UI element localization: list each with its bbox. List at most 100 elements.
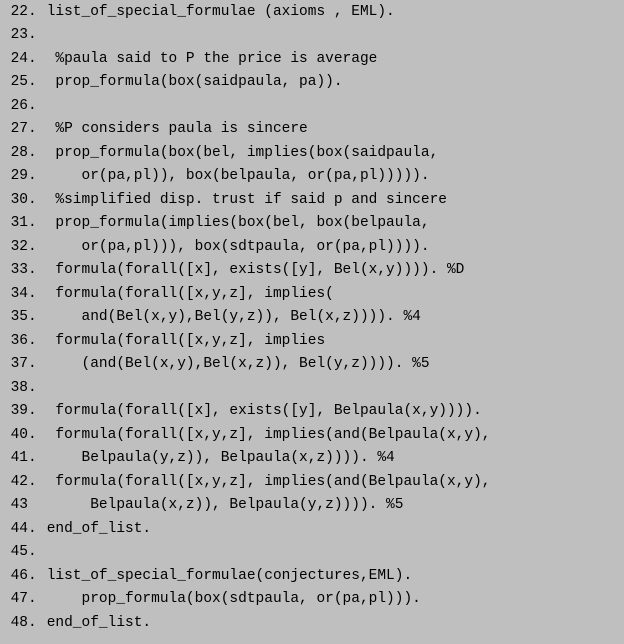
- line-number: 44: [0, 518, 28, 541]
- code-text: prop_formula(box(saidpaula, pa)).: [38, 71, 343, 94]
- line-number-dot: .: [28, 400, 38, 423]
- code-line: 46. list_of_special_formulae(conjectures…: [0, 565, 624, 588]
- line-number: 27: [0, 118, 28, 141]
- line-number: 24: [0, 48, 28, 71]
- code-line: 39. formula(forall([x], exists([y], Belp…: [0, 400, 624, 423]
- line-number: 43: [0, 494, 28, 517]
- code-line: 28. prop_formula(box(bel, implies(box(sa…: [0, 142, 624, 165]
- code-text: formula(forall([x], exists([y], Belpaula…: [38, 400, 482, 423]
- code-text: formula(forall([x,y,z], implies: [38, 330, 325, 353]
- line-number-dot: .: [28, 424, 38, 447]
- code-line: 47. prop_formula(box(sdtpaula, or(pa,pl)…: [0, 588, 624, 611]
- line-number-dot: .: [28, 518, 38, 541]
- code-text: Belpaula(y,z)), Belpaula(x,z)))). %4: [38, 447, 395, 470]
- code-text: list_of_special_formulae(conjectures,EML…: [38, 565, 412, 588]
- code-line: 42. formula(forall([x,y,z], implies(and(…: [0, 471, 624, 494]
- line-number: 25: [0, 71, 28, 94]
- code-line: 27. %P considers paula is sincere: [0, 118, 624, 141]
- code-line: 34. formula(forall([x,y,z], implies(: [0, 283, 624, 306]
- line-number-dot: .: [28, 71, 38, 94]
- code-text: end_of_list.: [38, 612, 151, 635]
- code-line: 36. formula(forall([x,y,z], implies: [0, 330, 624, 353]
- line-number: 45: [0, 541, 28, 564]
- line-number-dot: .: [28, 330, 38, 353]
- line-number: 23: [0, 24, 28, 47]
- line-number: 29: [0, 165, 28, 188]
- code-text: %paula said to P the price is average: [38, 48, 377, 71]
- line-number-dot: .: [28, 48, 38, 71]
- code-text: list_of_special_formulae (axioms , EML).: [38, 1, 395, 24]
- line-number: 47: [0, 588, 28, 611]
- code-line: 33. formula(forall([x], exists([y], Bel(…: [0, 259, 624, 282]
- line-number: 31: [0, 212, 28, 235]
- code-text: %P considers paula is sincere: [38, 118, 308, 141]
- line-number: 38: [0, 377, 28, 400]
- line-number: 32: [0, 236, 28, 259]
- code-line: 29. or(pa,pl)), box(belpaula, or(pa,pl))…: [0, 165, 624, 188]
- line-number: 48: [0, 612, 28, 635]
- line-number: 42: [0, 471, 28, 494]
- line-number: 28: [0, 142, 28, 165]
- line-number-dot: .: [28, 259, 38, 282]
- code-text: (and(Bel(x,y),Bel(x,z)), Bel(y,z)))). %5: [38, 353, 430, 376]
- code-text: formula(forall([x,y,z], implies(and(Belp…: [38, 424, 490, 447]
- line-number-dot: .: [28, 142, 38, 165]
- line-number-dot: .: [28, 165, 38, 188]
- code-line: 41. Belpaula(y,z)), Belpaula(x,z)))). %4: [0, 447, 624, 470]
- line-number-dot: .: [28, 353, 38, 376]
- code-text: or(pa,pl)), box(belpaula, or(pa,pl))))).: [38, 165, 430, 188]
- code-text: end_of_list.: [38, 518, 151, 541]
- code-text: prop_formula(implies(box(bel, box(belpau…: [38, 212, 430, 235]
- line-number: 36: [0, 330, 28, 353]
- line-number-dot: .: [28, 118, 38, 141]
- code-line: 44. end_of_list.: [0, 518, 624, 541]
- code-listing: 22. list_of_special_formulae (axioms , E…: [0, 1, 624, 635]
- line-number-dot: .: [28, 306, 38, 329]
- code-text: formula(forall([x,y,z], implies(and(Belp…: [38, 471, 490, 494]
- line-number-dot: .: [28, 1, 38, 24]
- line-number-dot: .: [28, 541, 38, 564]
- line-number-dot: .: [28, 588, 38, 611]
- code-text: or(pa,pl))), box(sdtpaula, or(pa,pl)))).: [38, 236, 430, 259]
- line-number-dot: .: [28, 612, 38, 635]
- code-line: 32. or(pa,pl))), box(sdtpaula, or(pa,pl)…: [0, 236, 624, 259]
- line-number: 30: [0, 189, 28, 212]
- line-number-dot: .: [28, 471, 38, 494]
- line-number: 33: [0, 259, 28, 282]
- line-number-dot: .: [28, 377, 38, 400]
- line-number: 26: [0, 95, 28, 118]
- line-number-dot: .: [28, 236, 38, 259]
- line-number-dot: .: [28, 189, 38, 212]
- line-number: 34: [0, 283, 28, 306]
- line-number: 40: [0, 424, 28, 447]
- code-text: %simplified disp. trust if said p and si…: [38, 189, 447, 212]
- code-text: prop_formula(box(bel, implies(box(saidpa…: [38, 142, 438, 165]
- line-number-dot: .: [28, 565, 38, 588]
- line-number-dot: .: [28, 447, 38, 470]
- code-line: 37. (and(Bel(x,y),Bel(x,z)), Bel(y,z))))…: [0, 353, 624, 376]
- code-text: formula(forall([x], exists([y], Bel(x,y)…: [38, 259, 464, 282]
- code-line: 40. formula(forall([x,y,z], implies(and(…: [0, 424, 624, 447]
- line-number: 37: [0, 353, 28, 376]
- line-number-dot: .: [28, 24, 38, 47]
- line-number-dot: [28, 494, 38, 517]
- code-line: 35. and(Bel(x,y),Bel(y,z)), Bel(x,z)))).…: [0, 306, 624, 329]
- code-line: 25. prop_formula(box(saidpaula, pa)).: [0, 71, 624, 94]
- line-number-dot: .: [28, 95, 38, 118]
- code-line: 22. list_of_special_formulae (axioms , E…: [0, 1, 624, 24]
- code-line: 30. %simplified disp. trust if said p an…: [0, 189, 624, 212]
- line-number: 22: [0, 1, 28, 24]
- line-number: 35: [0, 306, 28, 329]
- code-line: 38.: [0, 377, 624, 400]
- code-line: 48. end_of_list.: [0, 612, 624, 635]
- code-text: and(Bel(x,y),Bel(y,z)), Bel(x,z)))). %4: [38, 306, 421, 329]
- line-number: 41: [0, 447, 28, 470]
- line-number-dot: .: [28, 283, 38, 306]
- code-line: 24. %paula said to P the price is averag…: [0, 48, 624, 71]
- code-text: formula(forall([x,y,z], implies(: [38, 283, 334, 306]
- line-number-dot: .: [28, 212, 38, 235]
- line-number: 46: [0, 565, 28, 588]
- line-number: 39: [0, 400, 28, 423]
- code-line: 23.: [0, 24, 624, 47]
- code-text: prop_formula(box(sdtpaula, or(pa,pl))).: [38, 588, 421, 611]
